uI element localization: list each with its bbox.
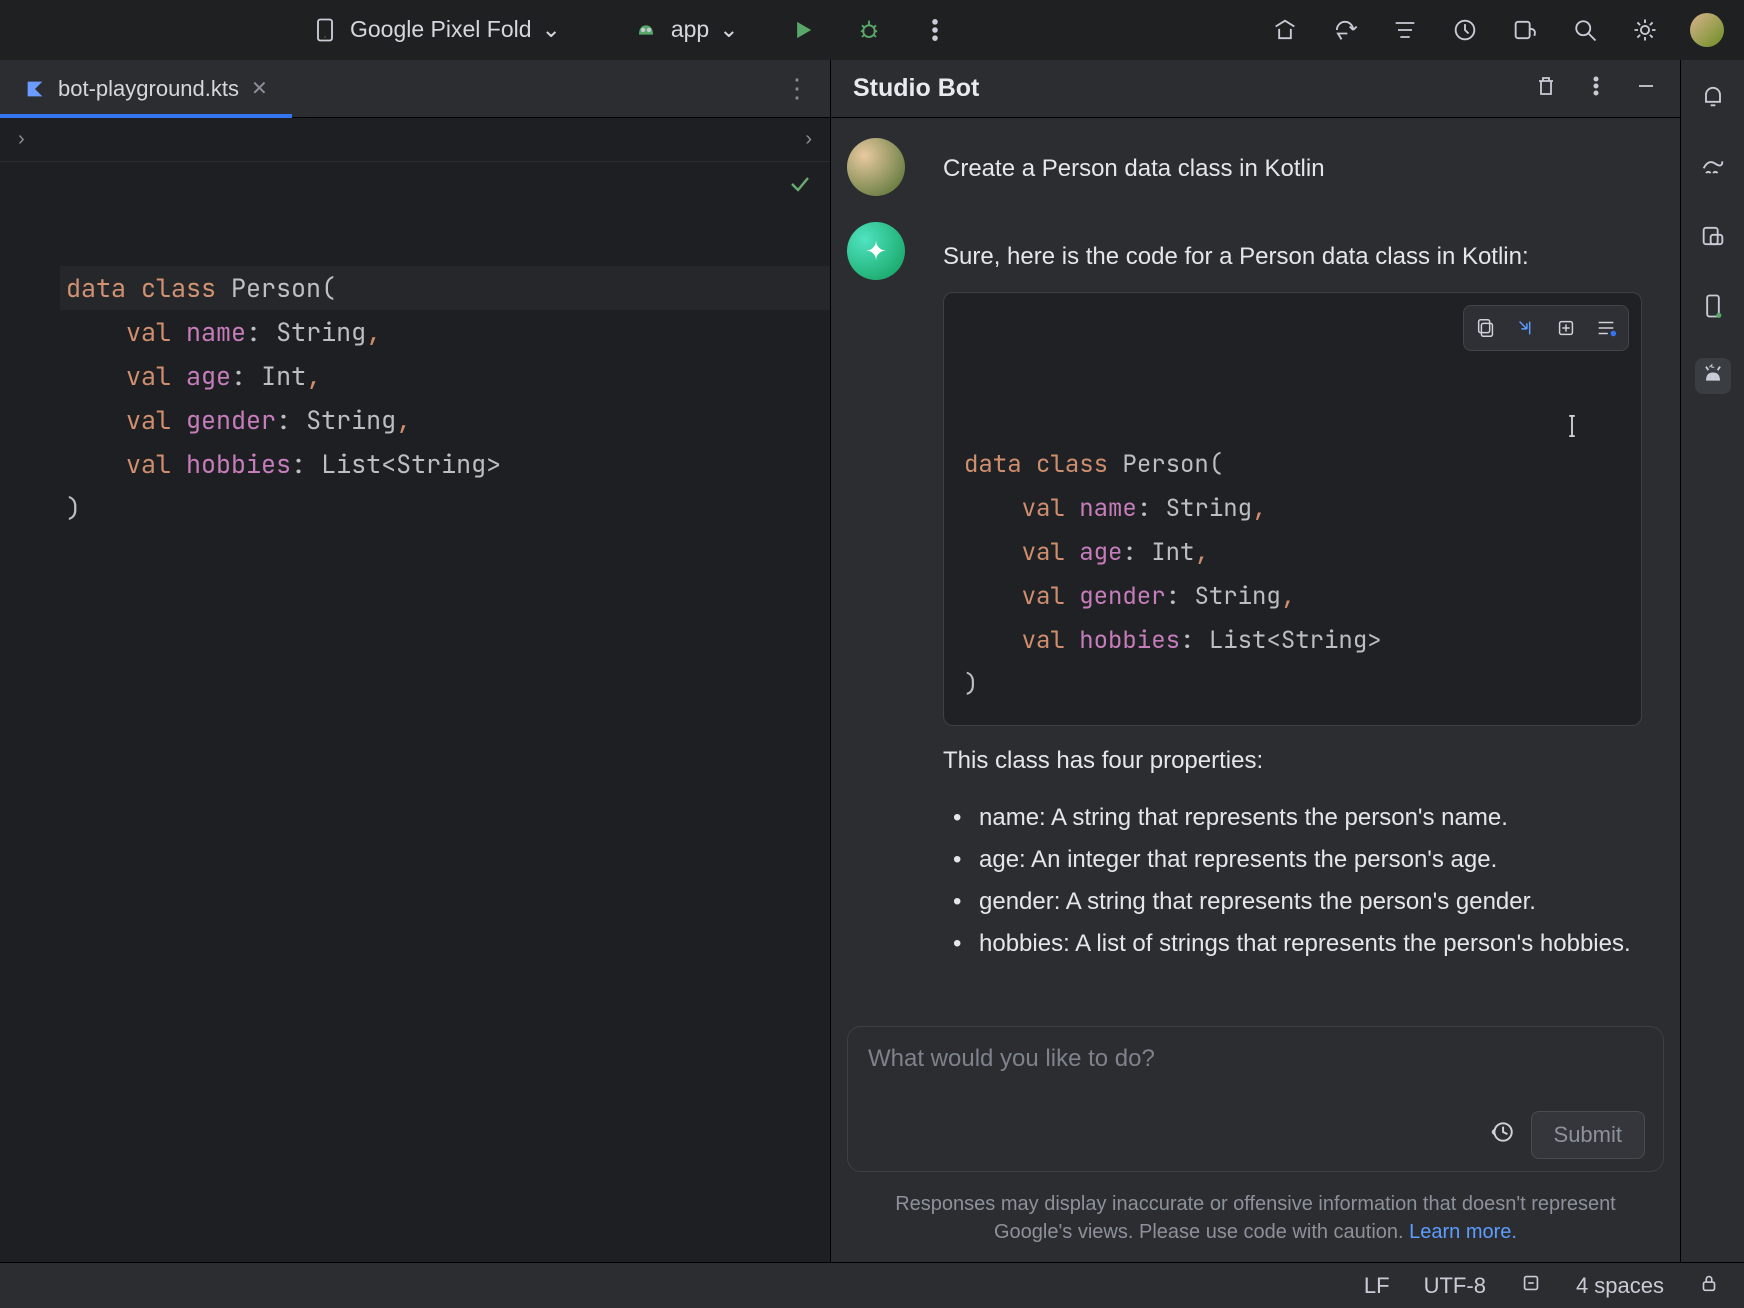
chat-more-icon[interactable] [1584, 74, 1608, 104]
device-picker[interactable]: Google Pixel Fold ⌄ [300, 11, 571, 49]
property-list: name: A string that represents the perso… [953, 800, 1642, 968]
more-actions-icon[interactable] [920, 15, 950, 45]
chat-input[interactable]: Submit [847, 1026, 1664, 1172]
chat-title: Studio Bot [853, 74, 979, 103]
bot-after-code-text: This class has four properties: [943, 744, 1642, 778]
code-actions [1463, 305, 1629, 351]
learn-more-link[interactable]: Learn more. [1409, 1221, 1517, 1243]
status-bar: LF UTF-8 4 spaces [0, 1262, 1744, 1308]
chat-textarea[interactable] [866, 1043, 1645, 1103]
android-icon [631, 15, 661, 45]
gutter [0, 162, 60, 1262]
history-icon[interactable] [1489, 1119, 1515, 1151]
editor-tab[interactable]: bot-playground.kts ✕ [0, 60, 292, 117]
chat-message-bot: Sure, here is the code for a Person data… [847, 220, 1664, 990]
gradle-icon[interactable] [1695, 148, 1731, 184]
copy-code-icon[interactable] [1468, 310, 1504, 346]
code-content[interactable]: data class Person( val name: String, val… [60, 162, 830, 1262]
chevron-down-icon: ⌄ [542, 16, 561, 43]
user-bubble: Create a Person data class in Kotlin [921, 136, 1347, 202]
settings-gear-icon[interactable] [1630, 15, 1660, 45]
user-avatar-chat [847, 138, 905, 196]
status-line-separator[interactable]: LF [1364, 1273, 1390, 1299]
user-avatar[interactable] [1690, 13, 1724, 47]
breadcrumb-next-icon[interactable]: › [805, 128, 812, 151]
emulator-icon[interactable] [1695, 288, 1731, 324]
debug-button[interactable] [854, 15, 884, 45]
current-line-highlight [60, 266, 830, 310]
delete-chat-icon[interactable] [1534, 74, 1558, 104]
editor-tab-bar: bot-playground.kts ✕ ⋮ [0, 60, 830, 118]
filter-icon[interactable] [1390, 15, 1420, 45]
status-encoding[interactable]: UTF-8 [1424, 1273, 1486, 1299]
chevron-down-icon: ⌄ [719, 16, 738, 43]
lock-icon[interactable] [1698, 1272, 1720, 1300]
explain-code-icon[interactable] [1588, 310, 1624, 346]
chat-header: Studio Bot [831, 60, 1680, 118]
bot-avatar [847, 222, 905, 280]
text-cursor-icon [1561, 411, 1583, 456]
open-new-file-icon[interactable] [1548, 310, 1584, 346]
inspection-ok-icon[interactable] [788, 172, 812, 202]
disclaimer: Responses may display inaccurate or offe… [831, 1180, 1680, 1262]
profiler-icon[interactable] [1450, 15, 1480, 45]
device-name: Google Pixel Fold [350, 16, 532, 43]
code-editor[interactable]: data class Person( val name: String, val… [0, 162, 830, 1262]
run-button[interactable] [788, 15, 818, 45]
editor-pane: bot-playground.kts ✕ ⋮ › › data class Pe… [0, 60, 830, 1262]
minimize-panel-icon[interactable] [1634, 74, 1658, 104]
insert-at-cursor-icon[interactable] [1508, 310, 1544, 346]
notifications-icon[interactable] [1695, 78, 1731, 114]
top-toolbar: Google Pixel Fold ⌄ app ⌄ [0, 0, 1744, 60]
tab-filename: bot-playground.kts [58, 76, 239, 102]
kotlin-file-icon [24, 78, 46, 100]
breadcrumb-prev-icon[interactable]: › [18, 128, 25, 151]
breadcrumb-bar: › › [0, 118, 830, 162]
property-item: gender: A string that represents the per… [953, 884, 1642, 920]
property-item: hobbies: A list of strings that represen… [953, 926, 1642, 962]
readonly-toggle-icon[interactable] [1520, 1272, 1542, 1300]
module-picker[interactable]: app ⌄ [621, 11, 749, 49]
chat-body: Create a Person data class in Kotlin Sur… [831, 118, 1680, 1010]
search-icon[interactable] [1570, 15, 1600, 45]
bot-bubble: Sure, here is the code for a Person data… [921, 220, 1664, 990]
property-item: age: An integer that represents the pers… [953, 842, 1642, 878]
chat-input-area: Submit [831, 1010, 1680, 1180]
status-indent[interactable]: 4 spaces [1576, 1273, 1664, 1299]
layout-inspector-icon[interactable] [1695, 218, 1731, 254]
right-tool-rail [1680, 60, 1744, 1262]
module-name: app [671, 16, 709, 43]
build-icon[interactable] [1270, 15, 1300, 45]
device-icon [310, 15, 340, 45]
sync-icon[interactable] [1330, 15, 1360, 45]
studio-bot-panel: Studio Bot Create a Person data class in… [830, 60, 1680, 1262]
bot-code-block[interactable]: data class Person( val name: String, val… [943, 292, 1642, 726]
submit-button[interactable]: Submit [1531, 1111, 1645, 1159]
bot-intro-text: Sure, here is the code for a Person data… [943, 240, 1642, 274]
close-tab-icon[interactable]: ✕ [251, 76, 268, 101]
chat-message-user: Create a Person data class in Kotlin [847, 136, 1664, 202]
device-manager-icon[interactable] [1510, 15, 1540, 45]
studio-bot-tool-icon[interactable] [1695, 358, 1731, 394]
property-item: name: A string that represents the perso… [953, 800, 1642, 836]
tab-overflow-icon[interactable]: ⋮ [764, 73, 830, 104]
